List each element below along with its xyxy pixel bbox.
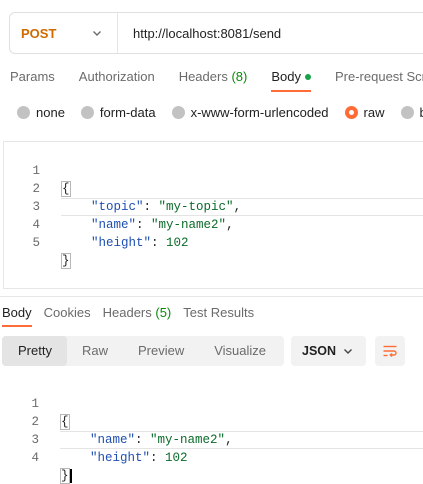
- close-brace: }: [60, 468, 70, 484]
- tab-body[interactable]: Body: [271, 69, 311, 92]
- view-pretty[interactable]: Pretty: [2, 336, 67, 366]
- format-label: JSON: [302, 344, 337, 358]
- view-raw[interactable]: Raw: [67, 336, 123, 366]
- radio-none[interactable]: none: [17, 105, 65, 120]
- code-line: 3 "name": "my-name2",: [4, 180, 423, 232]
- response-tab-test-results[interactable]: Test Results: [183, 305, 254, 320]
- method-select[interactable]: POST: [10, 13, 118, 53]
- radio-form-data-label: form-data: [99, 105, 156, 120]
- tab-authorization[interactable]: Authorization: [79, 69, 155, 84]
- radio-binary[interactable]: b: [400, 105, 423, 120]
- close-brace: }: [61, 253, 71, 269]
- code-line-active: 4 "height": 102: [4, 198, 423, 250]
- line-number: 5: [32, 236, 40, 250]
- radio-x-www-form-urlencoded[interactable]: x-www-form-urlencoded: [171, 105, 329, 120]
- view-visualize[interactable]: Visualize: [199, 336, 281, 366]
- json-value: 102: [166, 236, 189, 250]
- json-key: "height": [91, 236, 152, 250]
- radio-circle: [80, 106, 94, 119]
- response-tab-headers-count: (5): [155, 305, 172, 320]
- code-line-active: 4 }: [3, 431, 423, 484]
- url-input[interactable]: [118, 13, 423, 53]
- chevron-down-icon: [344, 349, 352, 354]
- tab-pre-request-script[interactable]: Pre-request Scr: [335, 69, 423, 84]
- radio-circle: [400, 106, 414, 119]
- format-select[interactable]: JSON: [291, 336, 366, 366]
- code-line: 2 "topic": "my-topic",: [4, 162, 423, 214]
- response-view-selector: Pretty Raw Preview Visualize: [2, 336, 284, 366]
- code-line: 2 "name": "my-name2",: [3, 395, 423, 447]
- response-tab-headers[interactable]: Headers (5): [103, 305, 172, 320]
- request-tabs: Params Authorization Headers (8) Body Pr…: [10, 69, 423, 92]
- response-divider[interactable]: [0, 296, 423, 297]
- radio-circle-selected: [344, 106, 358, 119]
- response-tabs: Body Cookies Headers (5) Test Results: [2, 305, 266, 327]
- tab-headers-label: Headers: [178, 69, 228, 84]
- request-body-editor[interactable]: 1 { 2 "topic": "my-topic", 3 "name": "my…: [3, 141, 423, 289]
- chevron-down-icon: [93, 31, 101, 36]
- tab-headers[interactable]: Headers (8): [179, 69, 248, 84]
- method-label: POST: [21, 25, 57, 41]
- code-line: 3 "height": 102: [3, 413, 423, 465]
- radio-none-label: none: [36, 105, 65, 120]
- radio-raw[interactable]: raw: [344, 105, 385, 120]
- radio-binary-label: b: [420, 105, 423, 120]
- json-value: 102: [165, 451, 188, 465]
- request-url-bar: POST: [9, 12, 423, 54]
- body-modified-dot: [304, 73, 311, 80]
- tab-body-label: Body: [271, 69, 301, 84]
- wrap-lines-icon: [383, 345, 397, 358]
- radio-raw-label: raw: [363, 105, 385, 120]
- line-number: 4: [31, 451, 39, 465]
- tab-headers-count: (8): [231, 69, 248, 84]
- tab-params[interactable]: Params: [10, 69, 55, 84]
- response-tab-headers-label: Headers: [102, 305, 152, 320]
- code-line: 1 {: [4, 144, 423, 197]
- radio-circle: [171, 106, 185, 119]
- response-body-viewer[interactable]: 1 { 2 "name": "my-name2", 3 "height": 10…: [3, 377, 423, 484]
- view-preview[interactable]: Preview: [123, 336, 199, 366]
- json-key: "height": [90, 451, 151, 465]
- code-line: 5 }: [4, 216, 423, 269]
- response-tab-cookies[interactable]: Cookies: [44, 305, 91, 320]
- wrap-lines-button[interactable]: [375, 336, 405, 366]
- radio-circle: [17, 106, 30, 119]
- response-tab-body[interactable]: Body: [2, 305, 32, 327]
- text-cursor: [69, 468, 72, 483]
- radio-form-data[interactable]: form-data: [80, 105, 156, 120]
- body-type-radios: none form-data x-www-form-urlencoded raw…: [17, 105, 423, 120]
- code-line: 1 {: [3, 377, 423, 430]
- radio-urlencoded-label: x-www-form-urlencoded: [190, 105, 329, 120]
